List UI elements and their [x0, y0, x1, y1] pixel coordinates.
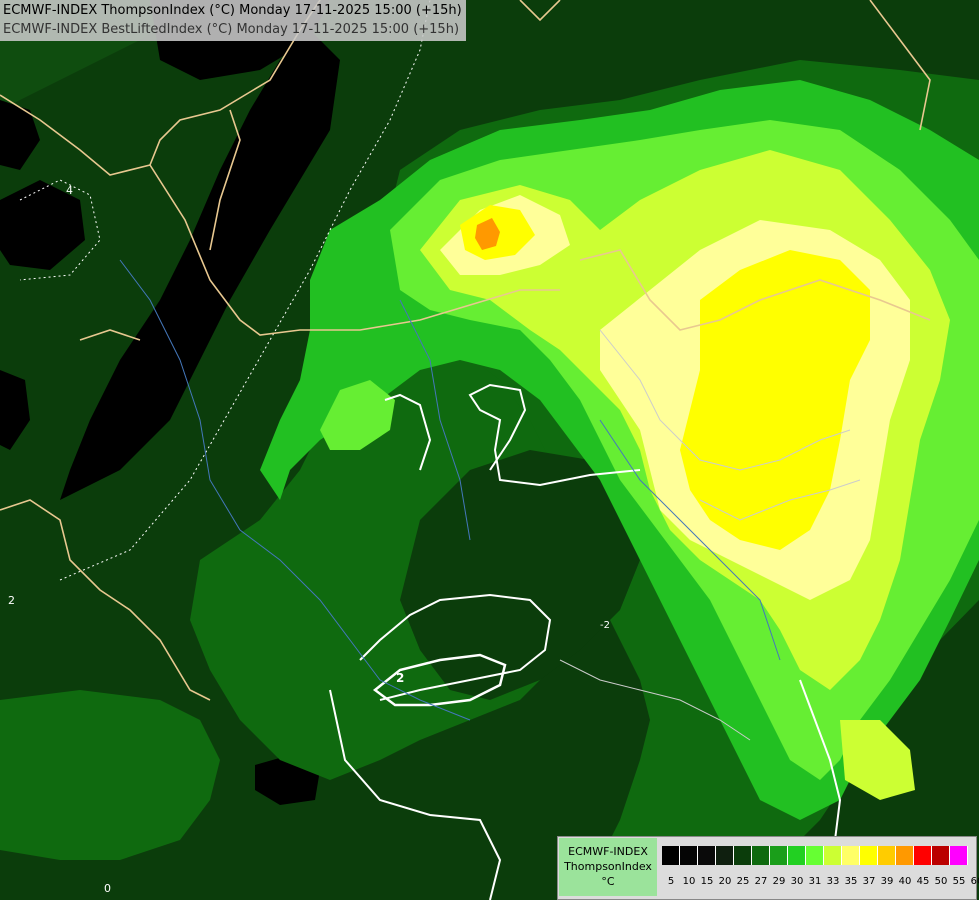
legend-swatch	[878, 846, 896, 865]
legend-swatch	[770, 846, 788, 865]
legend-swatch	[896, 846, 914, 865]
title-thompson-index: ECMWF-INDEX ThompsonIndex (°C) Monday 17…	[3, 3, 462, 18]
legend-tick-label: 15	[700, 876, 714, 887]
contour-label: -2	[600, 620, 610, 631]
legend-tick-label: 35	[844, 876, 858, 887]
legend-swatch	[842, 846, 860, 865]
color-legend: ECMWF-INDEX ThompsonIndex °C 5 10 15 20 25 27…	[557, 836, 979, 900]
legend-swatch	[806, 846, 824, 865]
legend-tick-label: 30	[790, 876, 804, 887]
map-title-box: ECMWF-INDEX ThompsonIndex (°C) Monday 17…	[0, 0, 466, 41]
legend-tick-label: 27	[754, 876, 768, 887]
legend-swatch	[734, 846, 752, 865]
forecast-map: 4 2 2 0 -2 ECMWF-INDEX ThompsonIndex (°C…	[0, 0, 979, 900]
legend-swatch	[662, 846, 680, 865]
legend-tick-label: 60	[970, 876, 979, 887]
legend-swatch	[932, 846, 950, 865]
legend-tick-label: 20	[718, 876, 732, 887]
legend-tick-label: 55	[952, 876, 966, 887]
legend-swatch	[788, 846, 806, 865]
legend-swatch	[914, 846, 932, 865]
legend-tick-label: 25	[736, 876, 750, 887]
legend-swatch	[680, 846, 698, 865]
legend-tick-label: 29	[772, 876, 786, 887]
contour-label: 0	[104, 882, 111, 895]
contour-label: 4	[66, 184, 73, 197]
legend-swatch	[752, 846, 770, 865]
contour-label: 2	[8, 594, 15, 607]
legend-swatches	[662, 846, 968, 865]
legend-tick-label: 50	[934, 876, 948, 887]
legend-model: ECMWF-INDEX	[568, 845, 648, 858]
legend-label-block: ECMWF-INDEX ThompsonIndex °C	[559, 838, 657, 896]
legend-swatch	[860, 846, 878, 865]
legend-tick-label: 33	[826, 876, 840, 887]
legend-tick-label: 31	[808, 876, 822, 887]
legend-swatch	[824, 846, 842, 865]
legend-ticks: 5 10 15 20 25 27 29 30 31 33 35 37 39 40 45 50 55 60	[662, 876, 979, 887]
legend-swatch	[950, 846, 968, 865]
contour-label: 2	[396, 671, 404, 685]
legend-tick-label: 5	[667, 876, 675, 887]
title-best-lifted-index: ECMWF-INDEX BestLiftedIndex (°C) Monday …	[3, 22, 460, 37]
legend-tick-label: 39	[880, 876, 894, 887]
legend-parameter: ThompsonIndex	[564, 860, 652, 873]
legend-tick-label: 37	[862, 876, 876, 887]
legend-unit: °C	[601, 875, 615, 888]
legend-tick-label: 40	[898, 876, 912, 887]
legend-tick-label: 45	[916, 876, 930, 887]
legend-swatch	[716, 846, 734, 865]
legend-tick-label: 10	[682, 876, 696, 887]
map-canvas: 4 2 2 0 -2	[0, 0, 979, 900]
legend-swatch	[698, 846, 716, 865]
